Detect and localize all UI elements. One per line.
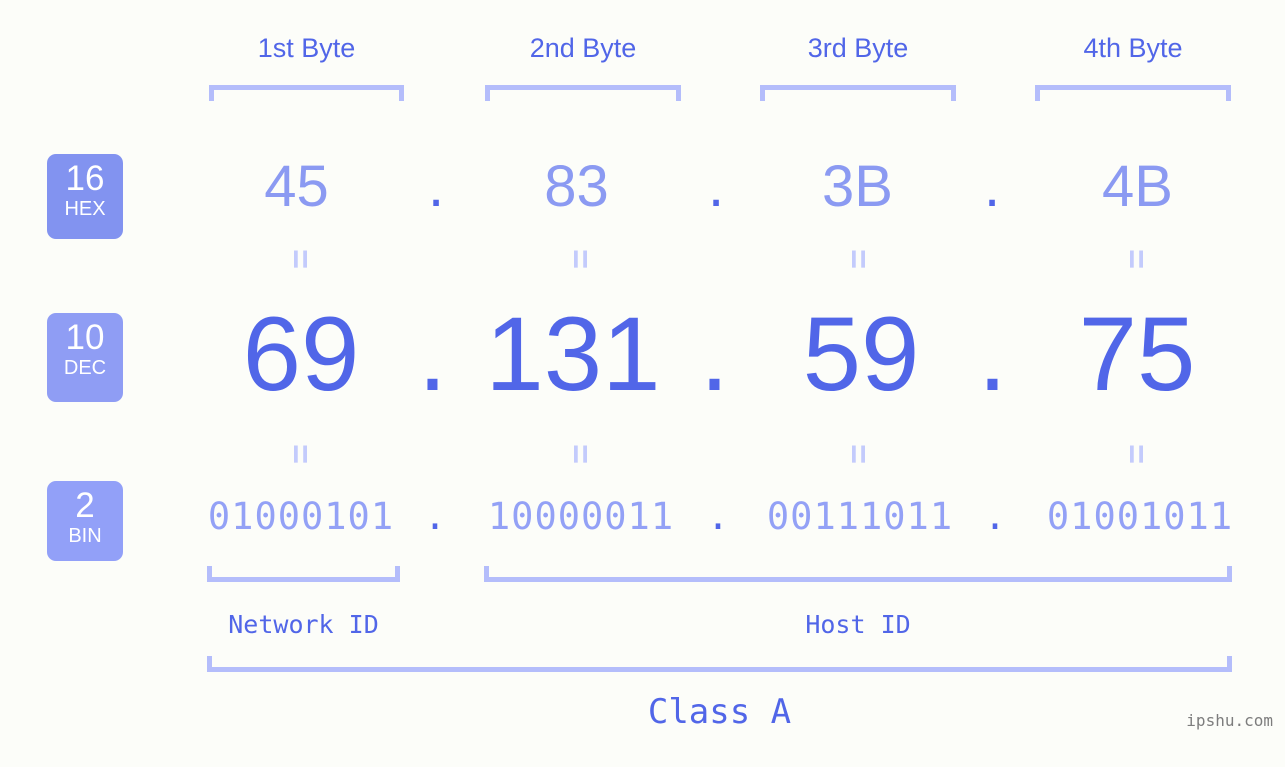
byte-header-4: 4th Byte bbox=[1035, 33, 1231, 64]
equals-mark-dec-bin-1: = bbox=[281, 444, 319, 464]
byte-bracket-1 bbox=[209, 85, 404, 101]
equals-mark-dec-bin-4: = bbox=[1117, 444, 1155, 464]
hex-octet-3: 3B bbox=[822, 154, 893, 219]
network-id-label: Network ID bbox=[228, 610, 379, 639]
base-badge-number: 16 bbox=[65, 159, 105, 198]
equals-mark-dec-bin-3: = bbox=[839, 444, 877, 464]
dec-octet-1: 69 bbox=[242, 296, 360, 413]
bin-octet-4: 01001011 bbox=[1046, 495, 1234, 538]
base-badge-dec: 10 DEC bbox=[47, 313, 123, 402]
bin-separator-1: . bbox=[423, 495, 447, 538]
dec-separator-2: . bbox=[699, 296, 730, 413]
base-badge-name: BIN bbox=[68, 525, 102, 547]
base-badge-name: HEX bbox=[64, 198, 106, 220]
byte-header-label: 1st Byte bbox=[257, 33, 356, 63]
bin-octet-1: 01000101 bbox=[207, 495, 395, 538]
byte-header-3: 3rd Byte bbox=[760, 33, 956, 64]
equals-mark-hex-dec-3: = bbox=[839, 249, 877, 269]
base-badge-hex: 16 HEX bbox=[47, 154, 123, 239]
dec-separator-3: . bbox=[977, 296, 1008, 413]
byte-header-label: 3rd Byte bbox=[807, 33, 909, 63]
hex-separator-1: . bbox=[427, 154, 445, 219]
base-badge-name: DEC bbox=[63, 357, 107, 379]
class-bracket bbox=[207, 656, 1232, 672]
hex-octet-1: 45 bbox=[264, 154, 329, 219]
base-badge-number: 2 bbox=[75, 486, 95, 525]
ip-address-breakdown-diagram: 1st Byte 2nd Byte 3rd Byte 4th Byte 16 H… bbox=[0, 0, 1285, 767]
base-badge-number: 10 bbox=[65, 318, 105, 357]
hex-octet-2: 83 bbox=[544, 154, 609, 219]
byte-header-label: 4th Byte bbox=[1083, 33, 1183, 63]
dec-octet-2: 131 bbox=[485, 296, 661, 413]
watermark: ipshu.com bbox=[1186, 711, 1273, 730]
bin-separator-2: . bbox=[706, 495, 730, 538]
hex-separator-3: . bbox=[983, 154, 1001, 219]
bin-octet-2: 10000011 bbox=[487, 495, 675, 538]
hex-octet-4: 4B bbox=[1102, 154, 1173, 219]
equals-mark-hex-dec-4: = bbox=[1117, 249, 1155, 269]
byte-bracket-4 bbox=[1035, 85, 1231, 101]
byte-bracket-3 bbox=[760, 85, 956, 101]
dec-octet-3: 59 bbox=[802, 296, 920, 413]
host-id-label: Host ID bbox=[805, 610, 911, 639]
equals-mark-hex-dec-1: = bbox=[281, 249, 319, 269]
host-id-bracket bbox=[484, 566, 1232, 582]
network-id-bracket bbox=[207, 566, 400, 582]
bin-octet-3: 00111011 bbox=[766, 495, 954, 538]
byte-header-label: 2nd Byte bbox=[529, 33, 637, 63]
byte-header-1: 1st Byte bbox=[209, 33, 404, 64]
equals-mark-dec-bin-2: = bbox=[561, 444, 599, 464]
base-badge-bin: 2 BIN bbox=[47, 481, 123, 561]
equals-mark-hex-dec-2: = bbox=[561, 249, 599, 269]
byte-bracket-2 bbox=[485, 85, 681, 101]
byte-header-2: 2nd Byte bbox=[485, 33, 681, 64]
class-label: Class A bbox=[647, 692, 792, 732]
hex-separator-2: . bbox=[707, 154, 725, 219]
dec-octet-4: 75 bbox=[1078, 296, 1196, 413]
bin-separator-3: . bbox=[983, 495, 1007, 538]
